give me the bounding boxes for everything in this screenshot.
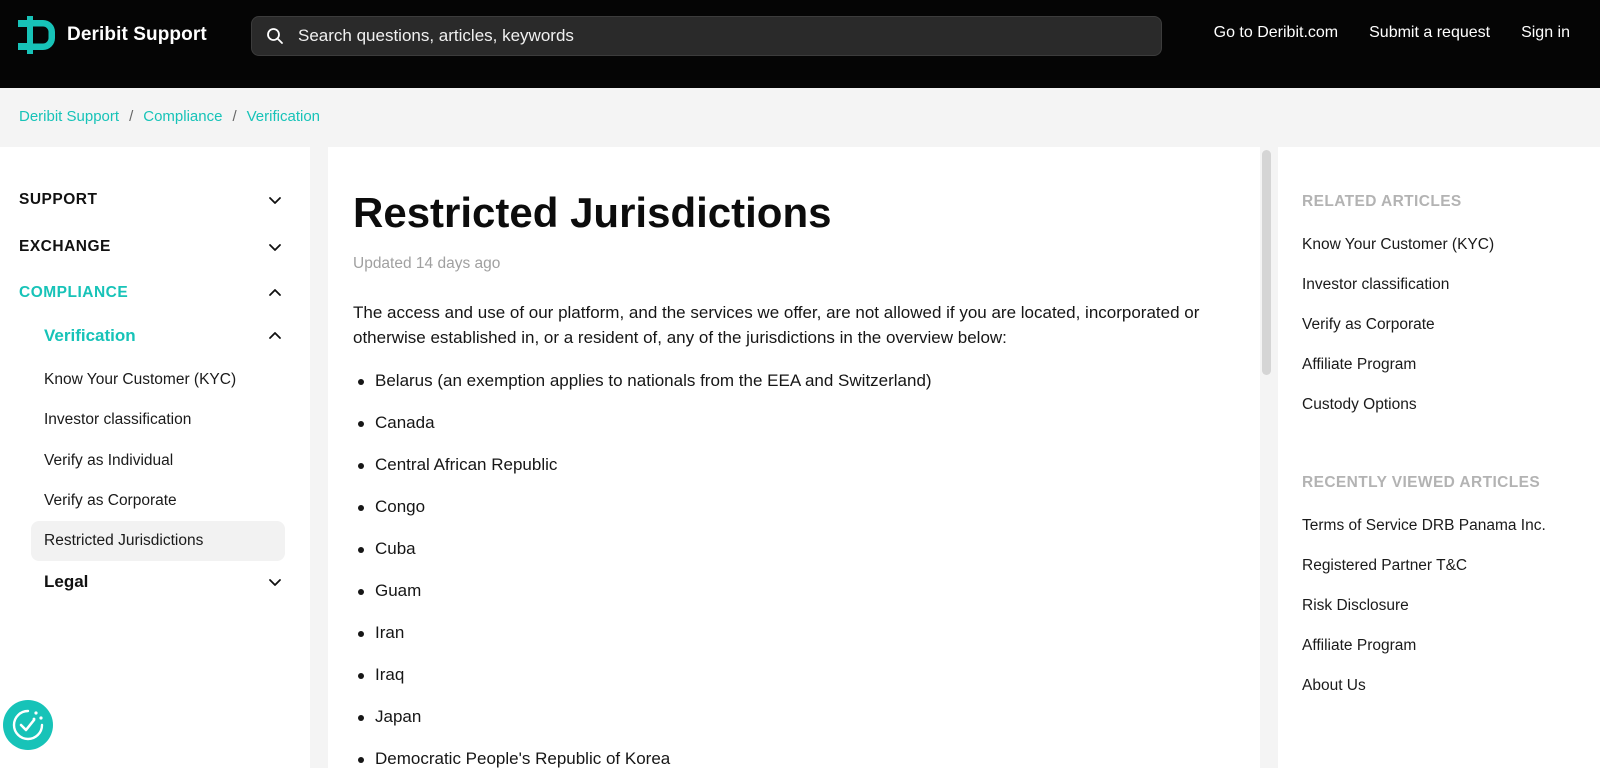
sidebar-article-restricted-jurisdictions[interactable]: Restricted Jurisdictions bbox=[31, 521, 285, 561]
related-link-affiliate-program[interactable]: Affiliate Program bbox=[1302, 356, 1416, 374]
breadcrumb-verification[interactable]: Verification bbox=[247, 108, 320, 125]
article-main: Restricted Jurisdictions Updated 14 days… bbox=[328, 147, 1260, 768]
sidebar-category-support[interactable]: SUPPORT bbox=[19, 189, 283, 211]
list-item: Central African Republic bbox=[353, 444, 932, 486]
sidebar-article-investor-classification[interactable]: Investor classification bbox=[31, 400, 285, 440]
brand-name: Deribit Support bbox=[67, 24, 207, 45]
breadcrumb-home[interactable]: Deribit Support bbox=[19, 108, 119, 125]
list-item: Guam bbox=[353, 570, 932, 612]
article-scrollbar[interactable] bbox=[1262, 150, 1271, 375]
sidebar-category-label: SUPPORT bbox=[19, 191, 98, 208]
recent-link-risk-disclosure[interactable]: Risk Disclosure bbox=[1302, 597, 1409, 615]
sidebar-section-label: Legal bbox=[44, 572, 89, 591]
chevron-down-icon bbox=[269, 579, 281, 586]
jurisdiction-list: Belarus (an exemption applies to nationa… bbox=[353, 360, 932, 768]
deribit-logo-icon bbox=[18, 16, 55, 54]
sidebar-section-label: Verification bbox=[44, 326, 136, 345]
sidebar-article-verify-corporate[interactable]: Verify as Corporate bbox=[31, 481, 285, 521]
sidebar-category-label: EXCHANGE bbox=[19, 238, 111, 255]
sidebar-category-compliance[interactable]: COMPLIANCE bbox=[19, 282, 283, 304]
chevron-down-icon bbox=[269, 197, 281, 204]
header-nav: Go to Deribit.com Submit a request Sign … bbox=[1183, 24, 1570, 42]
article-updated: Updated 14 days ago bbox=[353, 255, 501, 272]
related-sidebar: RELATED ARTICLES Know Your Customer (KYC… bbox=[1278, 147, 1600, 768]
breadcrumb-separator: / bbox=[232, 108, 237, 125]
related-link-verify-corporate[interactable]: Verify as Corporate bbox=[1302, 316, 1435, 334]
related-articles-heading: RELATED ARTICLES bbox=[1302, 193, 1462, 210]
list-item: Cuba bbox=[353, 528, 932, 570]
consent-check-icon bbox=[12, 709, 44, 741]
list-item: Iraq bbox=[353, 654, 932, 696]
sidebar-category-exchange[interactable]: EXCHANGE bbox=[19, 236, 283, 258]
search-icon bbox=[267, 28, 283, 44]
related-link-kyc[interactable]: Know Your Customer (KYC) bbox=[1302, 236, 1494, 254]
sidebar-section-legal[interactable]: Legal bbox=[44, 571, 283, 593]
recent-link-about-us[interactable]: About Us bbox=[1302, 677, 1366, 695]
chevron-down-icon bbox=[269, 244, 281, 251]
list-item: Belarus (an exemption applies to nationa… bbox=[353, 360, 932, 402]
sidebar-category-label: COMPLIANCE bbox=[19, 284, 129, 301]
cookie-consent-button[interactable] bbox=[3, 700, 53, 750]
sign-in-link[interactable]: Sign in bbox=[1521, 24, 1570, 42]
related-link-custody-options[interactable]: Custody Options bbox=[1302, 396, 1417, 414]
article-intro: The access and use of our platform, and … bbox=[353, 303, 1200, 347]
list-item: Canada bbox=[353, 402, 932, 444]
list-item: Japan bbox=[353, 696, 932, 738]
sidebar-article-verify-individual[interactable]: Verify as Individual bbox=[31, 441, 285, 481]
article-title: Restricted Jurisdictions bbox=[353, 189, 832, 236]
sidebar-article-kyc[interactable]: Know Your Customer (KYC) bbox=[31, 360, 285, 400]
brand[interactable]: Deribit Support bbox=[18, 16, 207, 54]
recent-link-terms-of-service[interactable]: Terms of Service DRB Panama Inc. bbox=[1302, 517, 1546, 535]
list-item: Democratic People's Republic of Korea bbox=[353, 738, 932, 768]
sidebar-section-verification[interactable]: Verification bbox=[44, 325, 283, 347]
breadcrumb-separator: / bbox=[129, 108, 134, 125]
recent-link-registered-partner[interactable]: Registered Partner T&C bbox=[1302, 557, 1467, 575]
breadcrumb: Deribit Support / Compliance / Verificat… bbox=[19, 108, 320, 125]
chevron-up-icon bbox=[269, 332, 281, 339]
list-item: Iran bbox=[353, 612, 932, 654]
recent-link-affiliate-program[interactable]: Affiliate Program bbox=[1302, 637, 1416, 655]
related-link-investor-classification[interactable]: Investor classification bbox=[1302, 276, 1449, 294]
recently-viewed-heading: RECENTLY VIEWED ARTICLES bbox=[1302, 474, 1541, 491]
submit-request-link[interactable]: Submit a request bbox=[1369, 24, 1490, 42]
category-sidebar: SUPPORT EXCHANGE COMPLIANCE Verification… bbox=[0, 147, 310, 768]
search-bar[interactable] bbox=[251, 16, 1162, 56]
site-header: Deribit Support Go to Deribit.com Submit… bbox=[0, 0, 1600, 88]
go-to-deribit-link[interactable]: Go to Deribit.com bbox=[1214, 24, 1338, 42]
breadcrumb-compliance[interactable]: Compliance bbox=[143, 108, 222, 125]
chevron-up-icon bbox=[269, 289, 281, 296]
search-input[interactable] bbox=[298, 17, 1161, 55]
list-item: Congo bbox=[353, 486, 932, 528]
